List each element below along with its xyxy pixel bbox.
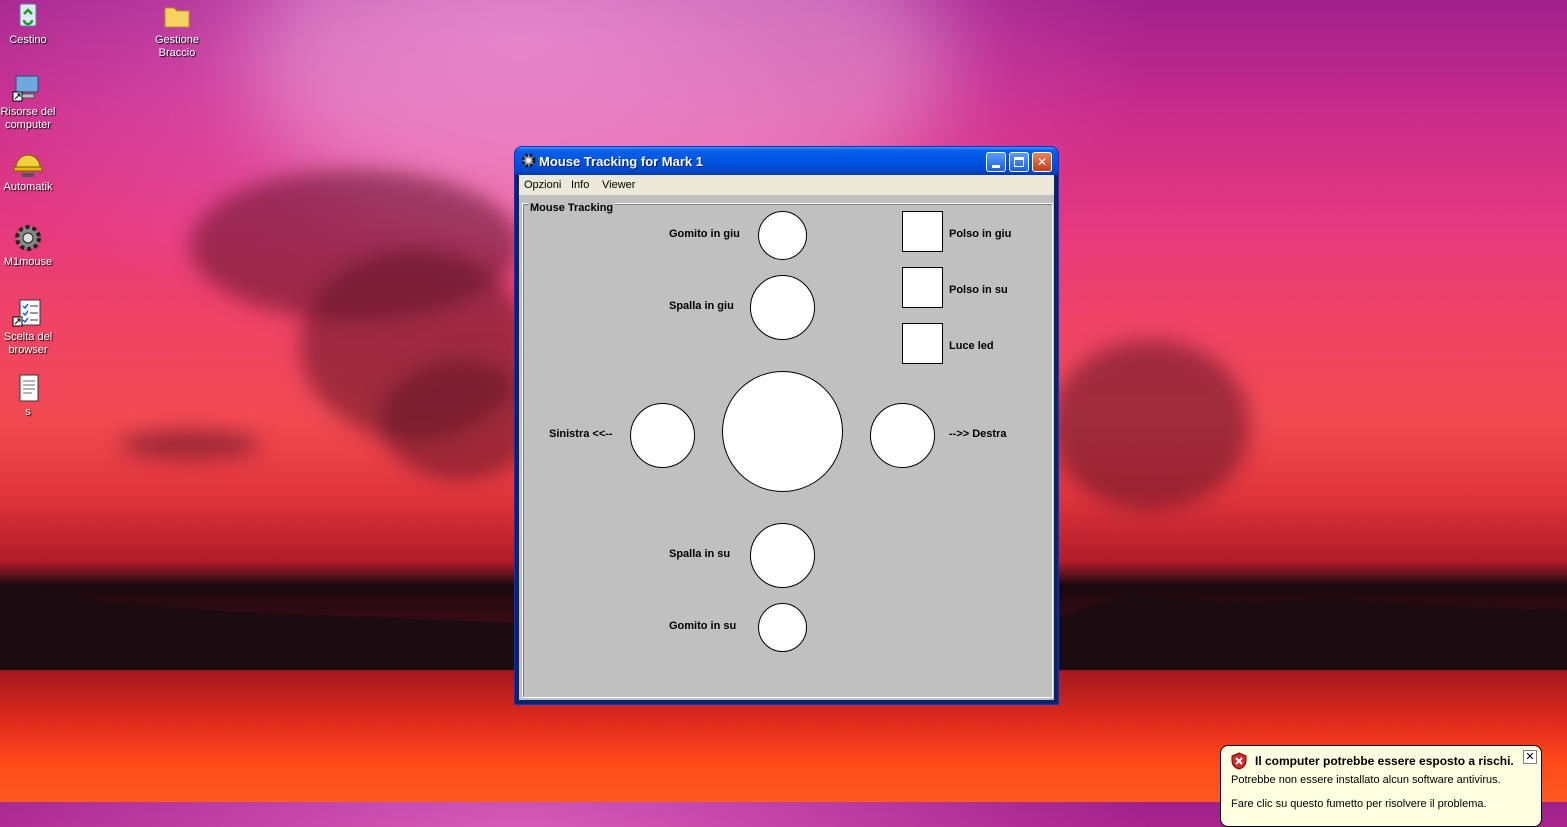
close-button[interactable]: ✕ bbox=[1032, 152, 1052, 172]
desktop-icon-label: Cestino bbox=[9, 34, 47, 46]
folder-icon bbox=[161, 0, 193, 32]
label-sinistra: Sinistra <<-- bbox=[549, 428, 613, 440]
security-shield-icon bbox=[1231, 752, 1247, 770]
menu-bar: Opzioni Info Viewer bbox=[519, 175, 1054, 195]
desktop-icon-m1mouse[interactable]: M1mouse bbox=[0, 222, 68, 269]
window-client: Opzioni Info Viewer Mouse Tracking Gomit… bbox=[519, 175, 1054, 700]
menu-info[interactable]: Info bbox=[571, 179, 589, 191]
close-icon: ✕ bbox=[1036, 155, 1048, 169]
minimize-icon bbox=[992, 165, 1000, 168]
app-gear-icon bbox=[521, 153, 536, 168]
label-spalla-giu: Spalla in giu bbox=[669, 300, 734, 312]
desktop: { "desktop": { "icons": [ {"label": "Ces… bbox=[0, 0, 1567, 827]
square-luce-led[interactable] bbox=[902, 323, 943, 364]
app-window: Mouse Tracking for Mark 1 ✕ Opzioni Info… bbox=[515, 147, 1058, 704]
square-polso-giu[interactable] bbox=[902, 211, 943, 252]
circle-spalla-su[interactable] bbox=[750, 523, 815, 588]
desktop-icon-label: Risorse del computer bbox=[0, 106, 56, 131]
balloon-text-partial: Fare clic su questo fumetto per risolver… bbox=[1231, 798, 1487, 810]
maximize-button[interactable] bbox=[1009, 152, 1029, 172]
maximize-icon bbox=[1014, 157, 1024, 167]
text-document-icon bbox=[12, 372, 44, 404]
title-bar[interactable]: Mouse Tracking for Mark 1 ✕ bbox=[515, 147, 1058, 175]
close-icon: ✕ bbox=[1525, 751, 1535, 763]
label-destra: -->> Destra bbox=[949, 428, 1007, 440]
security-balloon[interactable]: Il computer potrebbe essere esposto a ri… bbox=[1220, 745, 1542, 827]
desktop-icon-risorse-del-computer[interactable]: Risorse del computer bbox=[0, 72, 68, 132]
cloud bbox=[1050, 340, 1250, 510]
label-polso-su: Polso in su bbox=[949, 284, 1008, 296]
my-computer-icon bbox=[12, 72, 44, 104]
desktop-icon-s[interactable]: s bbox=[0, 372, 68, 419]
desktop-icon-label: Scelta del browser bbox=[3, 331, 53, 356]
window-title: Mouse Tracking for Mark 1 bbox=[539, 154, 703, 169]
mountain bbox=[0, 585, 520, 670]
circle-sinistra[interactable] bbox=[630, 403, 695, 468]
checklist-icon bbox=[12, 297, 44, 329]
desktop-icon-label: Gestione Braccio bbox=[154, 34, 200, 59]
label-gomito-giu: Gomito in giu bbox=[669, 228, 740, 240]
label-spalla-su: Spalla in su bbox=[669, 548, 731, 560]
balloon-title: Il computer potrebbe essere esposto a ri… bbox=[1255, 754, 1514, 768]
square-polso-su[interactable] bbox=[902, 267, 943, 308]
cloud bbox=[120, 430, 260, 460]
label-polso-giu: Polso in giu bbox=[949, 228, 1012, 240]
hardhat-icon bbox=[12, 147, 44, 179]
circle-gomito-su[interactable] bbox=[758, 603, 807, 652]
mouse-tracking-panel: Mouse Tracking Gomito in giu Spalla in g… bbox=[519, 195, 1054, 700]
recycle-bin-icon bbox=[12, 0, 44, 32]
desktop-icon-gestione-braccio[interactable]: Gestione Braccio bbox=[137, 0, 217, 60]
circle-destra[interactable] bbox=[870, 403, 935, 468]
circle-spalla-giu[interactable] bbox=[750, 275, 815, 340]
label-luce-led: Luce led bbox=[949, 340, 994, 352]
desktop-icon-scelta-del-browser[interactable]: Scelta del browser bbox=[0, 297, 68, 357]
desktop-icon-cestino[interactable]: Cestino bbox=[0, 0, 68, 47]
gear-icon bbox=[12, 222, 44, 254]
menu-viewer[interactable]: Viewer bbox=[602, 179, 635, 191]
balloon-text: Potrebbe non essere installato alcun sof… bbox=[1231, 774, 1501, 786]
minimize-button[interactable] bbox=[986, 152, 1006, 172]
circle-gomito-giu[interactable] bbox=[758, 211, 807, 260]
circle-center[interactable] bbox=[722, 371, 843, 492]
group-title: Mouse Tracking bbox=[528, 202, 616, 214]
desktop-icon-label: s bbox=[25, 406, 31, 418]
mountain bbox=[1055, 595, 1567, 670]
desktop-icon-automatik[interactable]: Automatik bbox=[0, 147, 68, 194]
label-gomito-su: Gomito in su bbox=[669, 620, 737, 632]
menu-opzioni[interactable]: Opzioni bbox=[524, 179, 561, 191]
desktop-icon-label: Automatik bbox=[3, 181, 53, 193]
desktop-icon-label: M1mouse bbox=[3, 256, 53, 268]
balloon-close-button[interactable]: ✕ bbox=[1523, 750, 1537, 764]
